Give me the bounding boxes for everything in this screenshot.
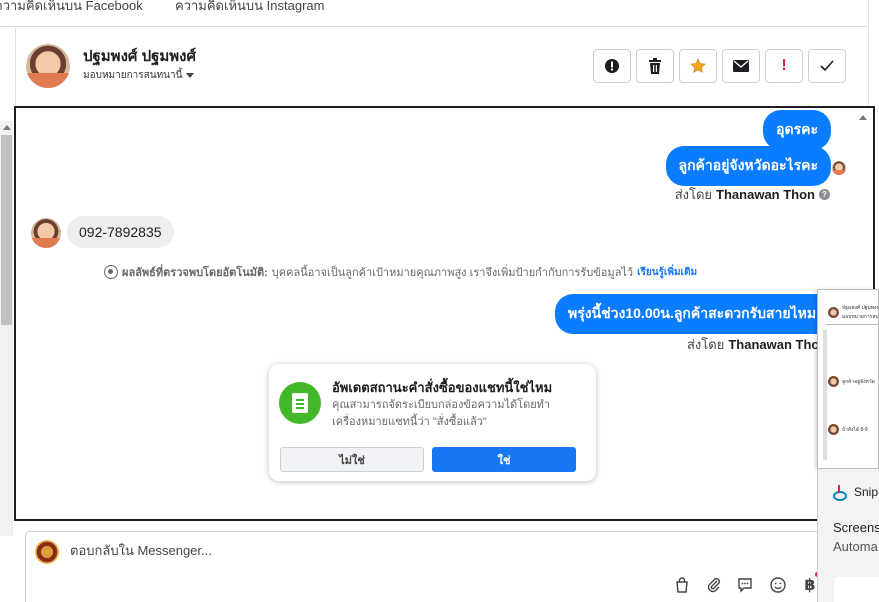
mini-contact-name: ปฐมพงศ์ ปฐมพงศ์ <box>842 305 879 311</box>
agent-name[interactable]: Thanawan Thon <box>728 337 827 352</box>
star-icon <box>690 58 706 73</box>
contact-avatar-small <box>31 218 61 248</box>
delete-button[interactable] <box>636 49 674 83</box>
order-status-prompt: อัพเดตสถานะคำสั่งซื้อของแชทนี้ใช่ไหม คุณ… <box>269 364 596 481</box>
message-thread: อุดรคะ ลูกค้าอยู่จังหวัดอะไรคะ ส่งโดย Th… <box>14 106 875 521</box>
agent-avatar <box>832 161 846 175</box>
learn-more-link[interactable]: เรียนรู้เพิ่มเติม <box>637 265 697 280</box>
scrollbar-thumb[interactable] <box>1 135 12 325</box>
yes-button[interactable]: ใช่ <box>432 447 576 472</box>
contact-avatar[interactable] <box>26 44 70 88</box>
sent-by-label: ส่งโดย Thanawan Thon <box>687 337 828 352</box>
auto-detect-icon <box>104 265 118 279</box>
tab-instagram-comments[interactable]: ความคิดเห็นบน Instagram <box>175 0 324 16</box>
exclamation-circle-icon <box>605 59 619 73</box>
snipping-tool-notification[interactable]: Snip Screens Automa <box>817 469 879 602</box>
agent-name[interactable]: Thanawan Thon <box>716 187 815 202</box>
trash-icon <box>649 58 661 74</box>
scroll-up-arrow-icon[interactable] <box>3 125 11 130</box>
mark-important-button[interactable]: ! <box>765 49 803 83</box>
mini-message: ถ้าสั่งได้ 8-9 <box>842 426 868 433</box>
order-icon <box>279 382 321 424</box>
saved-reply-icon[interactable] <box>735 575 755 595</box>
notification-app-name: Snip <box>854 485 879 499</box>
mini-avatar <box>828 307 839 318</box>
outgoing-message: ลูกค้าอยู่จังหวัดอะไรคะ <box>665 146 831 186</box>
notification-body: Automa <box>833 539 878 554</box>
assign-label: มอบหมายการสนทนานี้ <box>83 70 183 81</box>
prompt-body: คุณสามารถจัดระเบียบกล่องข้อความได้โดยทำเ… <box>332 399 551 428</box>
mark-unread-button[interactable] <box>722 49 760 83</box>
assign-conversation-dropdown[interactable]: มอบหมายการสนทนานี้ <box>83 68 195 83</box>
incoming-message: 092-7892835 <box>67 216 174 248</box>
sent-by-label: ส่งโดย Thanawan Thon ? <box>675 184 830 205</box>
auto-detect-notice: ผลลัพธ์ที่ตรวจพบโดยอัตโนมัติ: บุคคลนี้อา… <box>104 263 697 281</box>
check-icon <box>820 60 834 72</box>
bag-icon[interactable] <box>672 575 692 595</box>
screenshot-thumbnail[interactable]: ปฐมพงศ์ ปฐมพงศ์ มอบหมายการสนทนานี้ ลูกค้… <box>817 289 879 469</box>
chevron-down-icon <box>186 73 195 78</box>
paperclip-icon[interactable] <box>704 575 724 595</box>
page-avatar <box>35 540 59 564</box>
reply-composer: ฿ <box>25 531 825 602</box>
emoji-icon[interactable] <box>768 575 788 595</box>
scroll-up-arrow-icon[interactable] <box>859 115 867 120</box>
mark-spam-button[interactable] <box>593 49 631 83</box>
contact-name[interactable]: ปฐมพงศ์ ปฐมพงศ์ <box>83 44 196 68</box>
snipping-tool-icon <box>832 485 847 501</box>
conversation-list-scrollbar[interactable] <box>0 121 13 536</box>
exclamation-icon: ! <box>781 57 787 74</box>
outgoing-message: อุดรคะ <box>763 110 831 150</box>
star-button[interactable] <box>679 49 717 83</box>
no-button[interactable]: ไม่ใช่ <box>280 447 424 472</box>
help-icon[interactable]: ? <box>819 189 830 200</box>
outgoing-message: พรุ่งนี้ช่วง10.00น.ลูกค้าสะดวกรับสายไหมค… <box>555 294 847 334</box>
mini-assign-label: มอบหมายการสนทนานี้ <box>842 314 879 320</box>
notification-preview[interactable] <box>834 577 879 602</box>
conversation-header: ปฐมพงศ์ ปฐมพงศ์ มอบหมายการสนทนานี้ ! <box>15 28 875 106</box>
mini-message: ลูกค้าอยู่จังหวัด <box>842 378 875 385</box>
tab-facebook-comments[interactable]: ความคิดเห็นบน Facebook <box>0 0 143 16</box>
reply-input[interactable] <box>70 543 670 558</box>
top-tabs: ความคิดเห็นบน Facebook ความคิดเห็นบน Ins… <box>0 0 879 27</box>
notification-title: Screens <box>833 520 879 535</box>
envelope-icon <box>733 60 749 72</box>
mark-done-button[interactable] <box>808 49 846 83</box>
prompt-title: อัพเดตสถานะคำสั่งซื้อของแชทนี้ใช่ไหม <box>332 380 553 395</box>
